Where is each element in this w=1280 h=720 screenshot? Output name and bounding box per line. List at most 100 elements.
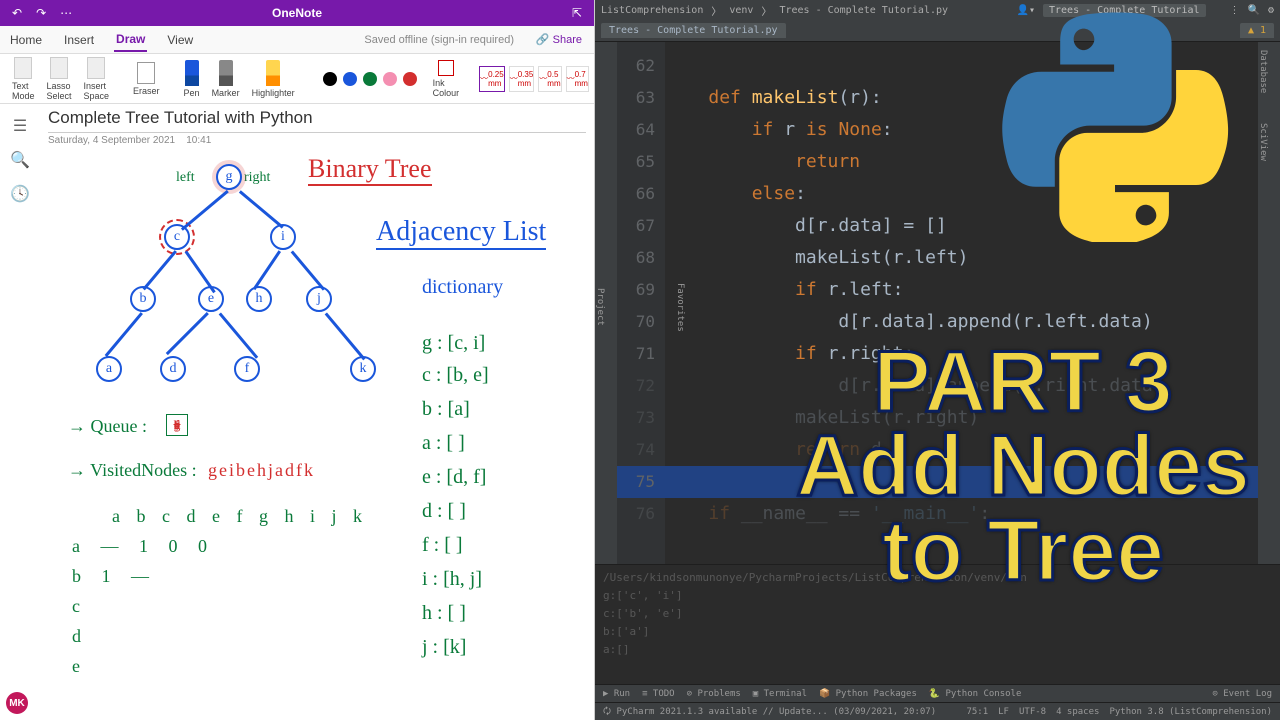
adj-e: e : [d, f] — [422, 466, 486, 489]
color-palette[interactable] — [315, 72, 425, 86]
matrix-header: a b c d e f g h i j k — [112, 506, 368, 527]
crumb-project[interactable]: ListComprehension — [601, 5, 703, 16]
run-out1: g:['c', 'i'] — [603, 587, 1272, 605]
stroke-025[interactable]: 〰0.25 mm — [479, 66, 505, 92]
matrix-row-a: a — 1 0 0 — [72, 536, 215, 557]
project-tool[interactable]: Project — [595, 288, 605, 326]
pen-tool[interactable]: Pen — [180, 58, 204, 100]
search-icon[interactable]: 🔍 — [10, 150, 30, 170]
onenote-page[interactable]: Complete Tree Tutorial with Python Satur… — [40, 104, 594, 720]
recent-icon[interactable]: 🕓 — [10, 184, 30, 204]
run-tab[interactable]: ▶ Run — [603, 689, 630, 699]
terminal-tab[interactable]: ▣ Terminal — [753, 689, 807, 699]
interpreter[interactable]: Python 3.8 (ListComprehension) — [1109, 707, 1272, 717]
onenote-ribbon-tabs: Home Insert Draw View Saved offline (sig… — [0, 26, 594, 54]
lasso-tool[interactable]: Lasso Select — [43, 55, 76, 103]
insert-space-tool[interactable]: Insert Space — [80, 55, 114, 103]
run-out4: a:[] — [603, 641, 1272, 659]
color-black[interactable] — [323, 72, 337, 86]
hw-left: left — [176, 170, 195, 186]
eraser-tool[interactable]: Eraser — [129, 60, 164, 98]
editor-tab-active[interactable]: Trees - Complete Tutorial.py — [601, 23, 786, 38]
hw-binary-tree: Binary Tree — [308, 154, 432, 186]
nav-icon[interactable]: ☰ — [13, 116, 27, 136]
ink-colour-tool[interactable]: Ink Colour — [429, 58, 464, 100]
sciview-tool[interactable]: SciView — [1258, 93, 1268, 161]
matrix-row-b: b 1 — — [72, 566, 157, 587]
more-run-icon[interactable]: ⋮ — [1230, 5, 1240, 16]
left-tool-strip: Project Structure Favorites — [595, 42, 617, 564]
node-b: b — [130, 286, 156, 312]
onenote-titlebar: ↶ ↷ ⋯ OneNote ⇱ — [0, 0, 594, 26]
text-mode-tool[interactable]: Text Mode — [8, 55, 39, 103]
color-blue[interactable] — [343, 72, 357, 86]
tab-draw[interactable]: Draw — [114, 28, 147, 52]
user-avatar[interactable]: MK — [6, 692, 28, 714]
problems-tab[interactable]: ⊘ Problems — [687, 689, 741, 699]
adj-a: a : [ ] — [422, 432, 465, 455]
run-out2: c:['b', 'e'] — [603, 605, 1272, 623]
warnings-badge[interactable]: ▲ 1 — [1240, 23, 1274, 38]
status-bar: 🗘 PyCharm 2021.1.3 available // Update..… — [595, 702, 1280, 720]
tab-view[interactable]: View — [165, 29, 195, 51]
run-out3: b:['a'] — [603, 623, 1272, 641]
settings-icon[interactable]: ⚙ — [1268, 5, 1274, 16]
matrix-row-e: e — [72, 656, 80, 677]
hw-dictionary: dictionary — [422, 276, 503, 299]
run-cmd: /Users/kindsonmunonye/PycharmProjects/Li… — [603, 569, 1272, 587]
onenote-leftbar: ☰ 🔍 🕓 — [0, 104, 40, 720]
search-everywhere-icon[interactable]: 🔍 — [1248, 5, 1260, 16]
highlighter-tool[interactable]: Highlighter — [248, 58, 299, 100]
indent[interactable]: 4 spaces — [1056, 707, 1099, 717]
adj-i: i : [h, j] — [422, 568, 482, 591]
hw-adj-list: Adjacency List — [376, 216, 546, 250]
color-green[interactable] — [363, 72, 377, 86]
redo-icon[interactable]: ↷ — [36, 6, 46, 20]
color-red[interactable] — [403, 72, 417, 86]
adj-h: h : [ ] — [422, 602, 466, 625]
matrix-row-c: c — [72, 596, 80, 617]
adj-d: d : [ ] — [422, 500, 466, 523]
share-button[interactable]: 🔗 Share — [536, 33, 582, 46]
onenote-ribbon: Text Mode Lasso Select Insert Space Eras… — [0, 54, 594, 104]
queue-label: → Queue : — [68, 416, 147, 437]
adj-g: g : [c, i] — [422, 332, 485, 355]
stroke-035[interactable]: 〰0.35 mm — [509, 66, 535, 92]
crumb-venv[interactable]: venv — [729, 5, 753, 16]
page-title[interactable]: Complete Tree Tutorial with Python — [48, 108, 586, 133]
tab-insert[interactable]: Insert — [62, 29, 96, 51]
node-j: j — [306, 286, 332, 312]
undo-icon[interactable]: ↶ — [12, 6, 22, 20]
visited-label: → VisitedNodes : — [68, 460, 197, 481]
status-update[interactable]: 🗘 PyCharm 2021.1.3 available // Update..… — [603, 704, 936, 720]
color-pink[interactable] — [383, 72, 397, 86]
console-tab[interactable]: 🐍 Python Console — [929, 689, 1021, 699]
bottom-tool-tabs: ▶ Run ≡ TODO ⊘ Problems ▣ Terminal 📦 Pyt… — [595, 684, 1280, 702]
line-gutter[interactable]: 626364656667686970717273747576 — [617, 42, 665, 564]
caret-pos[interactable]: 75:1 — [966, 707, 988, 717]
drawing-canvas[interactable]: Binary Tree Adjacency List dictionary le… — [48, 146, 586, 706]
marker-tool[interactable]: Marker — [208, 58, 244, 100]
python-logo-icon — [1000, 12, 1230, 242]
encoding[interactable]: UTF-8 — [1019, 707, 1046, 717]
event-log[interactable]: ⊙ Event Log — [1212, 689, 1272, 699]
sync-icon[interactable]: ⇱ — [572, 6, 582, 20]
line-sep[interactable]: LF — [998, 707, 1009, 717]
packages-tab[interactable]: 📦 Python Packages — [819, 689, 917, 699]
crumb-file[interactable]: Trees - Complete Tutorial.py — [779, 5, 948, 16]
node-i: i — [270, 224, 296, 250]
stroke-05[interactable]: 〰0.5 mm — [538, 66, 561, 92]
database-tool[interactable]: Database — [1258, 42, 1268, 93]
node-h: h — [246, 286, 272, 312]
node-g: g — [216, 164, 242, 190]
run-panel[interactable]: /Users/kindsonmunonye/PycharmProjects/Li… — [595, 564, 1280, 684]
adj-j: j : [k] — [422, 636, 466, 659]
tab-home[interactable]: Home — [8, 29, 44, 51]
adj-f: f : [ ] — [422, 534, 463, 557]
more-icon[interactable]: ⋯ — [60, 6, 72, 20]
todo-tab[interactable]: ≡ TODO — [642, 689, 675, 699]
stroke-07[interactable]: 〰0.7 mm — [566, 66, 589, 92]
adj-b: b : [a] — [422, 398, 470, 421]
node-a: a — [96, 356, 122, 382]
onenote-body: ☰ 🔍 🕓 Complete Tree Tutorial with Python… — [0, 104, 594, 720]
